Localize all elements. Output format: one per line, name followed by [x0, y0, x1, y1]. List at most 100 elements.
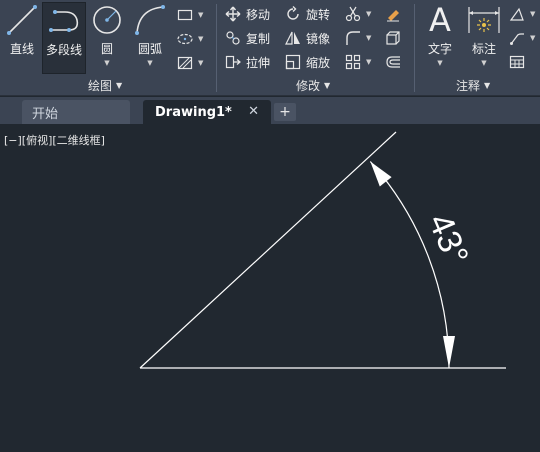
- text-dropdown-icon[interactable]: ▼: [437, 59, 442, 67]
- modify-panel-expand-icon: ▼: [324, 81, 331, 90]
- line-icon: [2, 2, 42, 38]
- ellipse-dropdown-icon[interactable]: ▼: [198, 35, 203, 43]
- text-icon-glyph: A: [429, 1, 451, 39]
- array-icon: [344, 53, 362, 71]
- circle-button[interactable]: 圆 ▼: [88, 2, 126, 74]
- trim-button[interactable]: ▼: [344, 3, 371, 25]
- modify-panel: 移动 旋转 ▼ 复制 镜像 ▼ 拉伸 缩放 ▼ 修改 ▼: [218, 0, 414, 96]
- annotation-panel: A 文字 ▼ 标注 ▼ ▼ ▼ 注释 ▼: [416, 0, 540, 96]
- table-tool[interactable]: [508, 51, 526, 73]
- copy-button[interactable]: 复制: [224, 27, 270, 49]
- dimension-label: 标注: [471, 42, 496, 56]
- panel-divider: [216, 4, 217, 92]
- ribbon: 直线 多段线 圆 ▼ 圆弧 ▼ ▼ ▼ ▼ 绘图 ▼ 移动 旋转 ▼ 复制 镜像…: [0, 0, 540, 96]
- arc-dropdown-icon[interactable]: ▼: [147, 59, 152, 67]
- panel-divider: [414, 4, 415, 92]
- trim-dropdown-icon[interactable]: ▼: [366, 10, 371, 18]
- move-icon: [224, 5, 242, 23]
- angle-dimension-text[interactable]: 43°: [421, 208, 476, 270]
- scissors-icon: [344, 5, 362, 23]
- dimension-arrowhead-bottom: [443, 336, 455, 368]
- stretch-button[interactable]: 拉伸: [224, 51, 270, 73]
- rectangle-icon: [176, 6, 194, 24]
- ellipse-icon: [176, 30, 194, 48]
- draw-panel: 直线 多段线 圆 ▼ 圆弧 ▼ ▼ ▼ ▼ 绘图 ▼: [0, 0, 215, 96]
- circle-label: 圆: [100, 42, 113, 56]
- polyline-button[interactable]: 多段线: [42, 2, 86, 74]
- dimension-icon: [464, 2, 504, 38]
- drawing-canvas[interactable]: [−][俯视][二维线框] 43°: [0, 124, 540, 452]
- inclined-line[interactable]: [139, 131, 397, 369]
- scale-icon: [284, 53, 302, 71]
- tab-start-label: 开始: [32, 106, 59, 122]
- new-tab-button[interactable]: +: [274, 103, 296, 121]
- annotation-panel-expand-icon: ▼: [484, 81, 491, 90]
- hatch-icon: [176, 54, 194, 72]
- copy-icon: [224, 29, 242, 47]
- annotation-panel-title[interactable]: 注释 ▼: [456, 77, 490, 94]
- rectangle-tool[interactable]: ▼: [176, 4, 203, 26]
- ellipse-tool[interactable]: ▼: [176, 28, 203, 50]
- annotation-panel-label: 注释: [456, 79, 481, 93]
- draw-panel-title[interactable]: 绘图 ▼: [88, 77, 122, 94]
- arc-icon: [130, 2, 170, 38]
- linear-dim-dropdown-icon[interactable]: ▼: [530, 10, 535, 18]
- copy-label: 复制: [246, 31, 271, 46]
- rotate-button[interactable]: 旋转: [284, 3, 330, 25]
- mirror-label: 镜像: [306, 31, 331, 46]
- text-button[interactable]: A 文字 ▼: [420, 1, 460, 74]
- arc-label: 圆弧: [137, 42, 162, 56]
- scale-label: 缩放: [306, 55, 331, 70]
- stretch-label: 拉伸: [246, 55, 271, 70]
- explode-button[interactable]: [384, 27, 402, 49]
- line-button[interactable]: 直线: [2, 2, 42, 74]
- text-icon: A: [420, 1, 460, 39]
- tab-start[interactable]: 开始: [22, 100, 130, 124]
- tab-drawing1[interactable]: Drawing1* ✕: [143, 100, 271, 124]
- dimension-dropdown-icon[interactable]: ▼: [481, 59, 486, 67]
- modify-panel-label: 修改: [296, 79, 321, 93]
- stretch-icon: [224, 53, 242, 71]
- fillet-icon: [344, 29, 362, 47]
- rotate-label: 旋转: [306, 7, 331, 22]
- array-dropdown-icon[interactable]: ▼: [366, 58, 371, 66]
- modify-panel-title[interactable]: 修改 ▼: [296, 77, 330, 94]
- leader-dropdown-icon[interactable]: ▼: [530, 34, 535, 42]
- drawing-geometry: 43°: [139, 131, 506, 369]
- polyline-label: 多段线: [45, 43, 82, 57]
- dimension-button[interactable]: 标注 ▼: [464, 2, 504, 74]
- array-button[interactable]: ▼: [344, 51, 371, 73]
- linear-dim-tool[interactable]: ▼: [508, 3, 535, 25]
- mirror-icon: [284, 29, 302, 47]
- move-label: 移动: [246, 7, 271, 22]
- rectangle-dropdown-icon[interactable]: ▼: [198, 11, 203, 19]
- circle-dropdown-icon[interactable]: ▼: [104, 59, 109, 67]
- scale-button[interactable]: 缩放: [284, 51, 330, 73]
- move-button[interactable]: 移动: [224, 3, 270, 25]
- tab-drawing1-label: Drawing1*: [155, 104, 232, 120]
- rotate-icon: [284, 5, 302, 23]
- file-tab-bar: 开始 Drawing1* ✕ +: [0, 97, 540, 124]
- table-icon: [508, 53, 526, 71]
- line-label: 直线: [9, 42, 34, 56]
- fillet-button[interactable]: ▼: [344, 27, 371, 49]
- hatch-tool[interactable]: ▼: [176, 52, 203, 74]
- draw-panel-expand-icon: ▼: [116, 81, 123, 90]
- fillet-dropdown-icon[interactable]: ▼: [366, 34, 371, 42]
- hatch-dropdown-icon[interactable]: ▼: [198, 59, 203, 67]
- eraser-icon: [384, 5, 402, 23]
- circle-icon: [87, 2, 127, 38]
- offset-button[interactable]: [384, 51, 402, 73]
- offset-icon: [384, 53, 402, 71]
- mirror-button[interactable]: 镜像: [284, 27, 330, 49]
- close-icon[interactable]: ✕: [248, 104, 259, 119]
- polyline-icon: [44, 3, 84, 39]
- angle-dimension-arc[interactable]: [369, 161, 450, 369]
- box-3d-icon: [384, 29, 402, 47]
- linear-dim-icon: [508, 5, 526, 23]
- arc-button[interactable]: 圆弧 ▼: [130, 2, 170, 74]
- text-label: 文字: [427, 42, 452, 56]
- leader-tool[interactable]: ▼: [508, 27, 535, 49]
- draw-panel-label: 绘图: [88, 79, 113, 93]
- erase-button[interactable]: [384, 3, 402, 25]
